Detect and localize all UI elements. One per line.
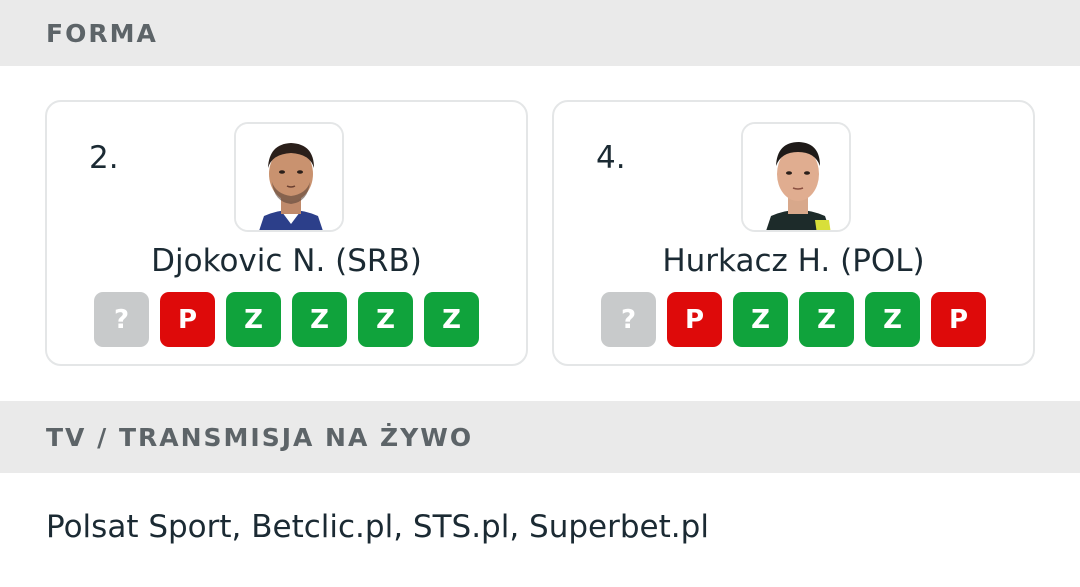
form-result-win[interactable]: Z	[733, 292, 788, 347]
player-name[interactable]: Hurkacz H. (POL)	[554, 243, 1033, 279]
form-result-unknown[interactable]: ?	[601, 292, 656, 347]
form-result-win[interactable]: Z	[226, 292, 281, 347]
form-result-win[interactable]: Z	[799, 292, 854, 347]
player-card-djokovic[interactable]: 2. Djokovic N. (SRB) ? P Z Z Z Z	[45, 100, 528, 366]
djokovic-photo	[236, 124, 342, 230]
form-section-header: FORMA	[0, 0, 1080, 66]
form-section-title: FORMA	[46, 18, 158, 48]
player-card-hurkacz[interactable]: 4. Hurkacz H. (POL) ? P Z Z Z P	[552, 100, 1035, 366]
tv-section-title: TV / TRANSMISJA NA ŻYWO	[46, 422, 474, 452]
player-photo	[741, 122, 851, 232]
form-result-loss[interactable]: P	[667, 292, 722, 347]
hurkacz-photo	[743, 124, 849, 230]
form-result-win[interactable]: Z	[865, 292, 920, 347]
player-rank: 4.	[596, 140, 626, 176]
form-result-loss[interactable]: P	[160, 292, 215, 347]
player-photo	[234, 122, 344, 232]
form-result-win[interactable]: Z	[358, 292, 413, 347]
player-rank: 2.	[89, 140, 119, 176]
tv-section-header: TV / TRANSMISJA NA ŻYWO	[0, 401, 1080, 473]
form-result-loss[interactable]: P	[931, 292, 986, 347]
form-results: ? P Z Z Z P	[601, 292, 986, 347]
form-results: ? P Z Z Z Z	[94, 292, 479, 347]
player-name[interactable]: Djokovic N. (SRB)	[47, 243, 526, 279]
form-result-unknown[interactable]: ?	[94, 292, 149, 347]
form-result-win[interactable]: Z	[292, 292, 347, 347]
tv-channels-list: Polsat Sport, Betclic.pl, STS.pl, Superb…	[46, 509, 709, 545]
form-result-win[interactable]: Z	[424, 292, 479, 347]
